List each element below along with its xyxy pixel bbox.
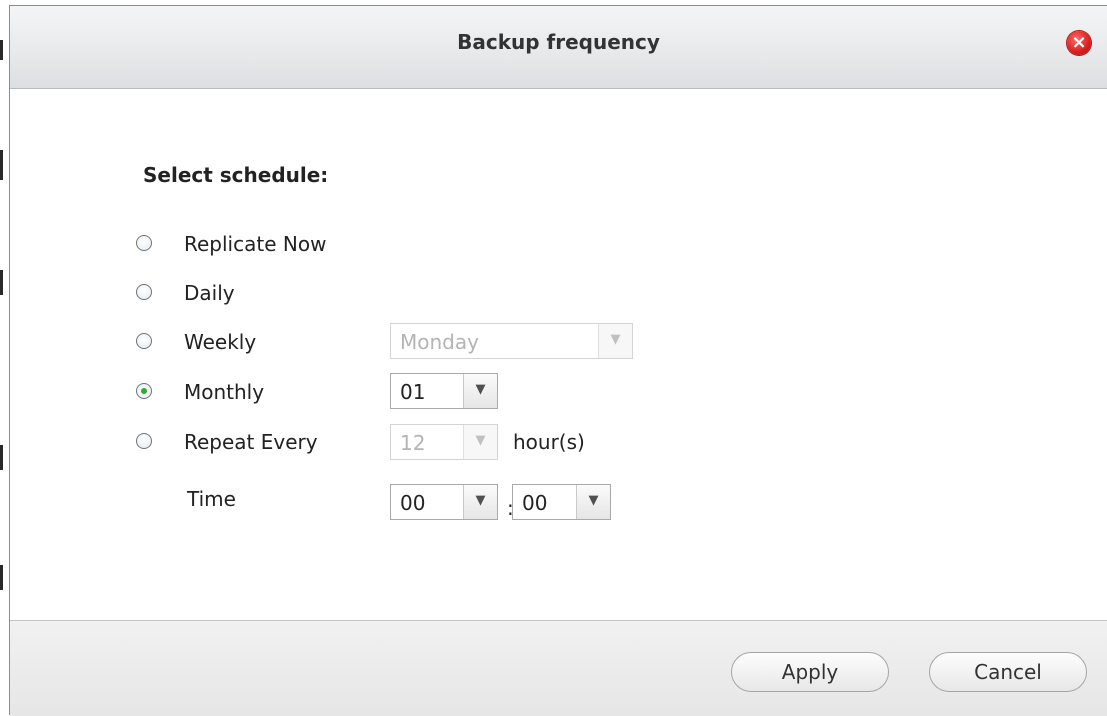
dialog-footer: Apply Cancel <box>10 620 1107 716</box>
radio-repeat-every[interactable] <box>136 433 152 449</box>
chevron-down-icon: ▼ <box>463 485 497 519</box>
time-minute-select[interactable]: 00 ▼ <box>512 484 611 520</box>
repeat-hours-select[interactable]: 12 ▼ <box>390 424 498 460</box>
weekly-day-value: Monday <box>400 330 479 354</box>
chevron-down-icon: ▼ <box>463 374 497 408</box>
replicate-now-label: Replicate Now <box>184 232 327 256</box>
background-edge <box>0 40 3 60</box>
chevron-down-icon: ▼ <box>598 324 632 358</box>
backup-frequency-dialog: Backup frequency × Select schedule: Repl… <box>9 5 1107 716</box>
cancel-button[interactable]: Cancel <box>929 652 1087 692</box>
time-hour-value: 00 <box>400 491 426 515</box>
chevron-down-icon: ▼ <box>463 425 497 459</box>
close-icon[interactable]: × <box>1067 31 1091 55</box>
monthly-day-select[interactable]: 01 ▼ <box>390 373 498 409</box>
dialog-title: Backup frequency <box>457 30 660 54</box>
radio-daily[interactable] <box>136 284 152 300</box>
radio-weekly[interactable] <box>136 333 152 349</box>
select-schedule-heading: Select schedule: <box>143 163 329 187</box>
chevron-down-icon: ▼ <box>576 485 610 519</box>
monthly-label: Monthly <box>184 380 265 404</box>
time-hour-select[interactable]: 00 ▼ <box>390 484 498 520</box>
weekly-day-select[interactable]: Monday ▼ <box>390 323 633 359</box>
radio-replicate-now[interactable] <box>136 235 152 251</box>
daily-label: Daily <box>184 281 235 305</box>
monthly-day-value: 01 <box>400 380 426 404</box>
background-edge <box>0 150 3 180</box>
background-edge <box>0 445 3 470</box>
repeat-hours-value: 12 <box>400 431 426 455</box>
time-minute-value: 00 <box>522 491 548 515</box>
radio-monthly[interactable] <box>136 383 152 399</box>
time-label: Time <box>187 487 236 511</box>
background-edge <box>0 270 3 295</box>
dialog-titlebar: Backup frequency × <box>10 6 1107 89</box>
weekly-label: Weekly <box>184 330 257 354</box>
background-edge <box>0 565 3 590</box>
repeat-every-label: Repeat Every <box>184 430 318 454</box>
hours-unit-label: hour(s) <box>513 430 585 454</box>
apply-button[interactable]: Apply <box>731 652 889 692</box>
